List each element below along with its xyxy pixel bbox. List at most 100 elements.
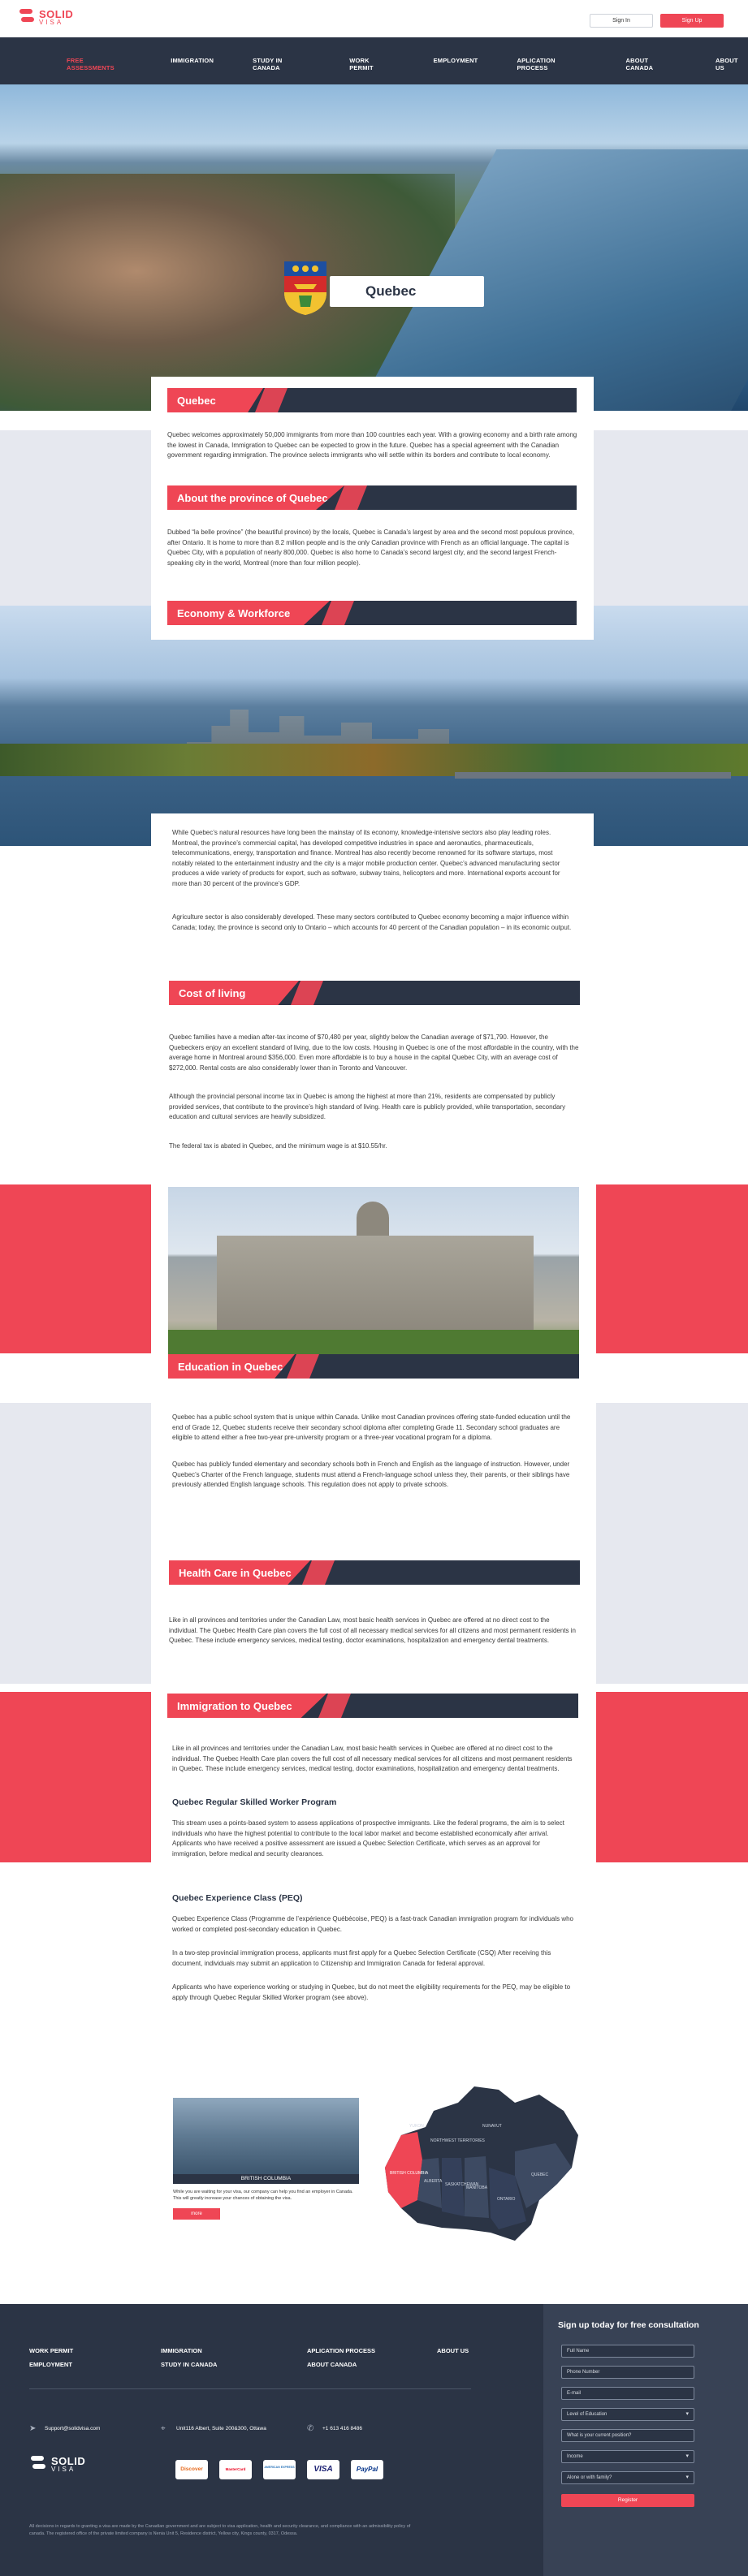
hero-title: Quebec xyxy=(365,283,417,299)
more-button[interactable]: more xyxy=(173,2208,220,2220)
quebec-coat-of-arms-icon xyxy=(284,261,326,315)
red-accent-block xyxy=(596,1692,748,1862)
section-heading-about: About the province of Quebec xyxy=(167,485,577,510)
section-heading-education: Education in Quebec xyxy=(168,1354,579,1379)
nav-item-free-assessments[interactable]: FREE ASSESSMENTS xyxy=(67,57,132,71)
family-select[interactable]: Alone or with family? xyxy=(561,2471,694,2484)
province-card-label: BRITISH COLUMBIA xyxy=(173,2174,359,2184)
city-photo xyxy=(0,606,748,846)
section-title: Immigration to Quebec xyxy=(177,1700,292,1712)
footer-col-3: APLICATION PROCESS ABOUT CANADA xyxy=(307,2344,375,2371)
section-heading-quebec: Quebec xyxy=(167,388,577,412)
nav-item-employment[interactable]: EMPLOYMENT xyxy=(434,57,478,71)
quebec-paragraph: Quebec welcomes approximately 50,000 imm… xyxy=(167,431,577,459)
bridge-image xyxy=(455,772,731,779)
income-select[interactable]: Income xyxy=(561,2450,694,2463)
footer-col-4: ABOUT US xyxy=(437,2344,469,2358)
health-paragraph: Like in all provinces and territories un… xyxy=(169,1616,576,1644)
logo-mark-icon xyxy=(29,2455,47,2473)
phone-input[interactable]: Phone Number xyxy=(561,2366,694,2379)
map-label: YUKON xyxy=(409,2124,424,2129)
section-title: Cost of living xyxy=(179,987,246,999)
grey-band xyxy=(0,1403,151,1684)
map-region-british-columbia xyxy=(385,2132,422,2208)
footer-legal-text: All decisions in regards to granting a v… xyxy=(29,2524,411,2536)
about-paragraph: Dubbed “la belle province” (the beautifu… xyxy=(167,529,575,567)
logo-text-bottom: VISA xyxy=(51,2465,76,2473)
footer-logo[interactable]: SOLID VISA xyxy=(29,2455,85,2473)
amex-icon: AMERICAN EXPRESS xyxy=(263,2460,296,2479)
nav-item-application-process[interactable]: APLICATION PROCESS xyxy=(517,57,586,71)
cost-paragraph-3: The federal tax is abated in Quebec, and… xyxy=(169,1142,387,1150)
email-input[interactable]: E-mail xyxy=(561,2387,694,2400)
footer-link-application-process[interactable]: APLICATION PROCESS xyxy=(307,2344,375,2358)
footer-email[interactable]: ➤ Support@solidvisa.com xyxy=(29,2424,100,2433)
section-title: Education in Quebec xyxy=(178,1361,283,1373)
logo-text-top: SOLID xyxy=(51,2454,86,2467)
content-panel xyxy=(151,1684,596,2065)
nav-item-immigration[interactable]: IMMIGRATION xyxy=(171,57,214,71)
cost-paragraph-2: Although the provincial personal income … xyxy=(169,1093,566,1120)
map-label: QUEBEC xyxy=(531,2173,549,2177)
red-accent-block xyxy=(0,1184,151,1353)
nav-item-work-permit[interactable]: WORK PERMIT xyxy=(349,57,394,71)
location-pin-icon: ⌖ xyxy=(161,2424,166,2433)
mastercard-icon: MasterCard xyxy=(219,2460,252,2479)
footer-col-2: IMMIGRATION STUDY IN CANADA xyxy=(161,2344,217,2371)
footer-email-text: Support@solidvisa.com xyxy=(45,2426,101,2431)
sign-up-button[interactable]: Sign Up xyxy=(660,14,724,28)
red-accent-block xyxy=(0,1692,151,1862)
rswp-heading: Quebec Regular Skilled Worker Program xyxy=(172,1797,337,1807)
footer-address-text: Unit116 Albert, Suite 200&300, Ottawa xyxy=(176,2426,266,2431)
footer-phone-text: +1 613 416 8486 xyxy=(322,2426,362,2431)
position-input[interactable]: What is your current position? xyxy=(561,2429,694,2442)
nav-item-study-in-canada[interactable]: STUDY IN CANADA xyxy=(253,57,310,71)
section-title: Quebec xyxy=(177,395,216,407)
grey-band xyxy=(596,1403,748,1684)
canada-map[interactable]: YUKON NORTHWEST TERRITORIES NUNAVUT BRIT… xyxy=(377,2078,588,2249)
logo[interactable]: SOLID VISA xyxy=(18,8,73,26)
logo-mark-icon xyxy=(18,8,36,26)
footer-link-work-permit[interactable]: WORK PERMIT xyxy=(29,2344,73,2358)
peq-heading: Quebec Experience Class (PEQ) xyxy=(172,1893,303,1903)
immigration-paragraph: Like in all provinces and territories un… xyxy=(172,1745,573,1772)
education-select[interactable]: Level of Education xyxy=(561,2408,694,2421)
map-label: BRITISH COLUMBIA xyxy=(390,2171,429,2176)
economy-paragraph-1: While Quebec’s natural resources have lo… xyxy=(172,829,560,887)
footer-link-about-us[interactable]: ABOUT US xyxy=(437,2344,469,2358)
map-label: ONTARIO xyxy=(497,2197,516,2202)
footer-phone[interactable]: ✆ +1 613 416 8486 xyxy=(307,2424,362,2433)
nav-item-about-canada[interactable]: ABOUT CANADA xyxy=(626,57,677,71)
paypal-icon: PayPal xyxy=(351,2460,383,2479)
footer-link-study-in-canada[interactable]: STUDY IN CANADA xyxy=(161,2358,217,2371)
rswp-paragraph: This stream uses a points-based system t… xyxy=(172,1819,564,1858)
register-button[interactable]: Register xyxy=(561,2494,694,2507)
map-label: MANITOBA xyxy=(466,2186,488,2190)
education-paragraph-1: Quebec has a public school system that i… xyxy=(172,1413,571,1441)
send-icon: ➤ xyxy=(29,2424,37,2433)
peq-paragraph-2: In a two-step provincial immigration pro… xyxy=(172,1949,551,1967)
section-title: About the province of Quebec xyxy=(177,492,328,504)
peq-paragraph-3: Applicants who have experience working o… xyxy=(172,1983,571,2001)
section-heading-health: Health Care in Quebec xyxy=(169,1560,580,1585)
section-heading-economy: Economy & Workforce xyxy=(167,601,577,625)
footer-link-about-canada[interactable]: ABOUT CANADA xyxy=(307,2358,375,2371)
footer-address: ⌖ Unit116 Albert, Suite 200&300, Ottawa xyxy=(161,2424,266,2433)
hero-title-box: Quebec xyxy=(330,276,484,307)
cost-paragraph-1: Quebec families have a median after-tax … xyxy=(169,1033,579,1072)
full-name-input[interactable]: Full Name xyxy=(561,2345,694,2358)
footer-link-employment[interactable]: EMPLOYMENT xyxy=(29,2358,73,2371)
sign-in-button[interactable]: Sign In xyxy=(590,14,653,28)
section-title: Economy & Workforce xyxy=(177,607,291,619)
economy-paragraph-2: Agriculture sector is also considerably … xyxy=(172,913,572,931)
map-label: NORTHWEST TERRITORIES xyxy=(430,2138,486,2143)
nav-item-about-us[interactable]: ABOUT US xyxy=(716,57,748,71)
visa-icon: VISA xyxy=(307,2460,339,2479)
logo-text-bottom: VISA xyxy=(39,18,64,26)
section-heading-cost: Cost of living xyxy=(169,981,580,1005)
footer-link-immigration[interactable]: IMMIGRATION xyxy=(161,2344,217,2358)
map-label: NUNAVUT xyxy=(482,2124,502,2129)
hero-banner: Quebec xyxy=(0,84,748,411)
phone-icon: ✆ xyxy=(307,2424,314,2433)
map-label: ALBERTA xyxy=(424,2179,443,2184)
